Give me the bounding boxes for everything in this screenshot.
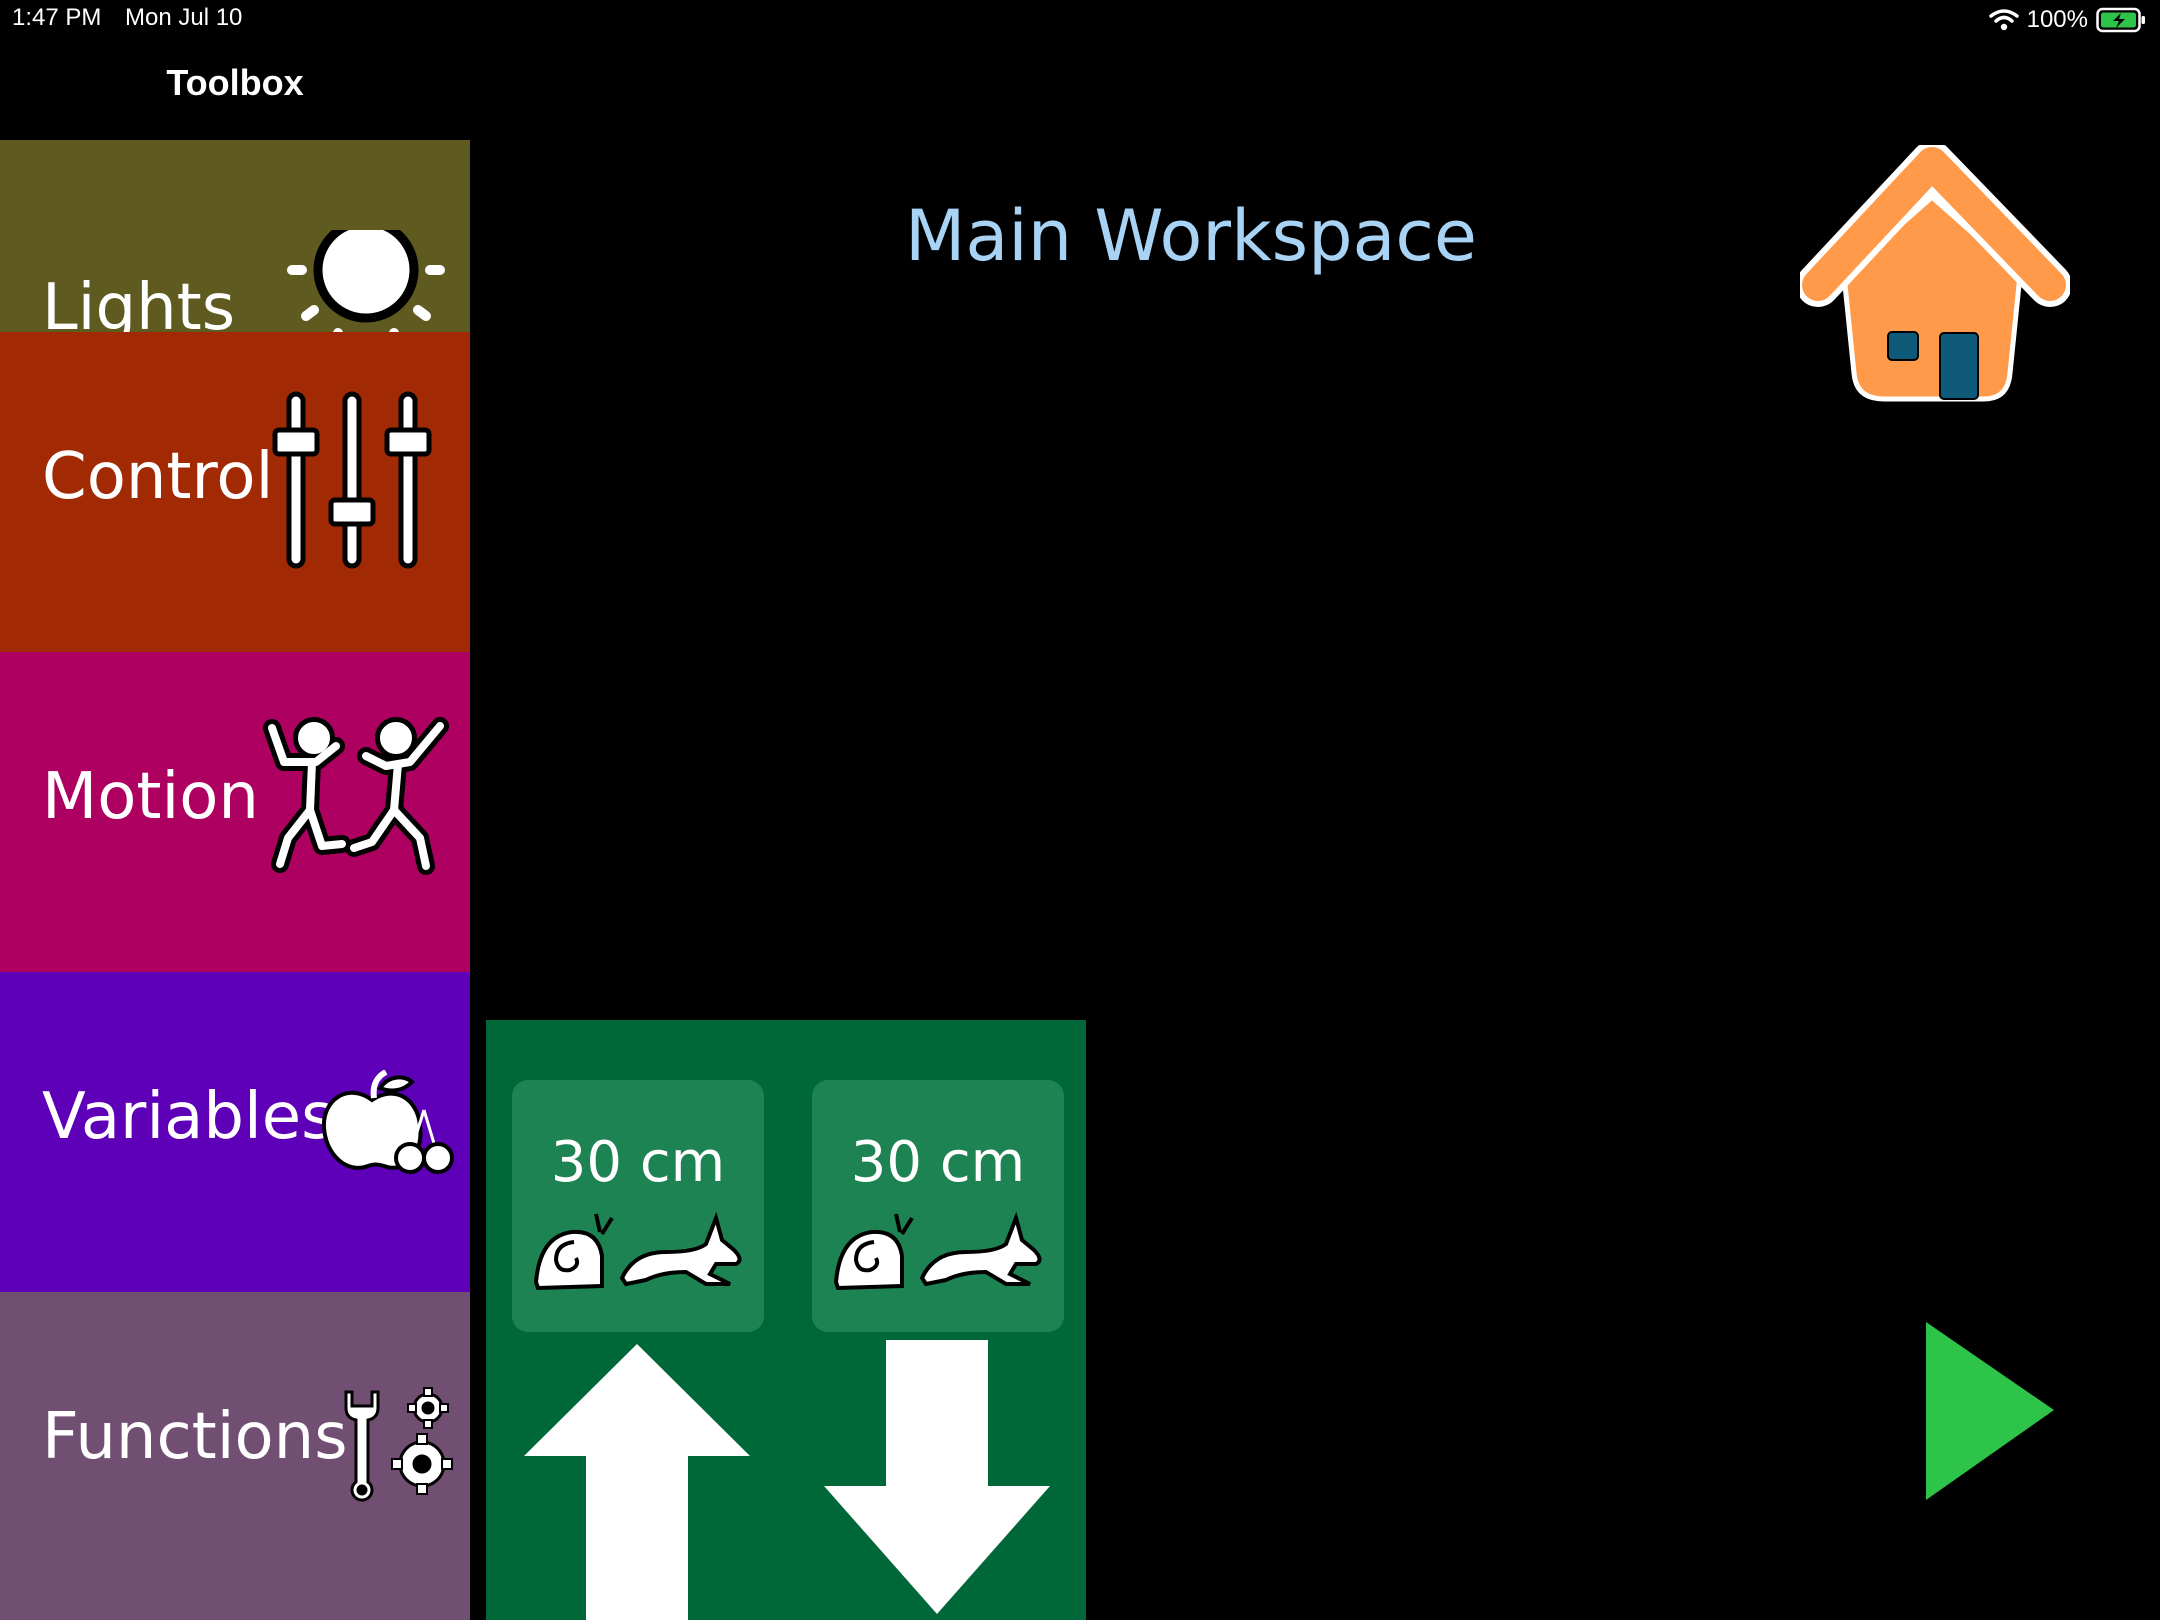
status-date: Mon Jul 10 (125, 4, 243, 31)
category-functions[interactable]: Functions (0, 1292, 470, 1620)
distance-param[interactable]: 30 cm (812, 1080, 1064, 1332)
wrench-gears-icon (344, 1387, 453, 1502)
category-variables[interactable]: Variables (0, 972, 470, 1292)
play-button[interactable] (1920, 1318, 2060, 1508)
down-arrow-icon[interactable] (822, 1340, 1052, 1620)
category-label: Control (42, 440, 274, 514)
toolbox-header: Toolbox (0, 40, 470, 140)
category-control[interactable]: Control (0, 332, 470, 652)
toolbox-panel[interactable]: Lights Control Motion Variables Function… (0, 140, 470, 1620)
category-label: Variables (42, 1080, 335, 1154)
category-motion[interactable]: Motion (0, 652, 470, 972)
snail-rabbit-speed-icon (833, 1211, 1042, 1291)
distance-value: 30 cm (550, 1130, 726, 1195)
battery-charging-icon (2096, 7, 2145, 33)
motion-block[interactable]: 30 cm 30 cm (486, 1020, 1086, 1620)
apple-cherries-icon (321, 1070, 454, 1174)
play-icon (1926, 1322, 2054, 1500)
workspace-title: Main Workspace (905, 195, 1477, 277)
home-icon (1800, 145, 2070, 402)
status-indicators: 100% (1988, 2, 2146, 38)
status-bar: 1:47 PM Mon Jul 10 100% (0, 0, 2160, 40)
wifi-icon (1988, 9, 2019, 31)
distance-param[interactable]: 30 cm (512, 1080, 764, 1332)
snail-rabbit-speed-icon (533, 1211, 742, 1291)
status-time: 1:47 PM (12, 4, 102, 31)
distance-value: 30 cm (850, 1130, 1026, 1195)
dancers-icon (263, 717, 449, 875)
home-button[interactable] (1800, 145, 2070, 415)
sliders-icon (272, 391, 432, 569)
up-arrow-icon[interactable] (522, 1340, 752, 1620)
battery-percent: 100% (2026, 6, 2088, 33)
category-label: Motion (42, 760, 259, 834)
category-label: Functions (42, 1400, 348, 1474)
toolbox-title: Toolbox (166, 62, 304, 103)
